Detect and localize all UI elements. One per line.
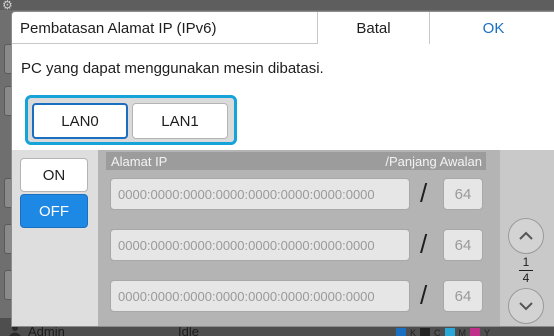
ip-restriction-dialog: Pembatasan Alamat IP (IPv6) Batal OK PC … (11, 11, 554, 327)
ink-swatch-k (420, 328, 431, 336)
page-indicator: 1 4 (512, 256, 540, 285)
dialog-title-bar: Pembatasan Alamat IP (IPv6) Batal OK (12, 12, 554, 44)
page-up-button[interactable] (508, 218, 544, 254)
page-down-button[interactable] (508, 288, 544, 324)
separator-slash: / (420, 229, 428, 259)
ip-address-field[interactable]: 0000:0000:0000:0000:0000:0000:0000:0000 (110, 280, 410, 312)
gear-icon: ⚙ (2, 0, 13, 12)
prefix-length-field[interactable]: 64 (443, 229, 483, 261)
lan0-button[interactable]: LAN0 (32, 103, 128, 139)
dialog-title: Pembatasan Alamat IP (IPv6) (20, 20, 217, 37)
background-top-bar: ⚙ (0, 0, 554, 12)
ip-address-field[interactable]: 0000:0000:0000:0000:0000:0000:0000:0000 (110, 178, 410, 210)
separator-slash: / (420, 280, 428, 310)
page-total: 4 (522, 271, 530, 285)
restriction-panel: ON OFF Alamat IP /Panjang Awalan 0000:00… (12, 150, 554, 326)
separator-slash: / (420, 178, 428, 208)
ip-address-field[interactable]: 0000:0000:0000:0000:0000:0000:0000:0000 (110, 229, 410, 261)
printer-icon (396, 328, 406, 336)
pagination-column: 1 4 (500, 150, 554, 326)
off-button[interactable]: OFF (20, 194, 88, 228)
ok-button[interactable]: OK (430, 12, 554, 44)
prefix-length-field[interactable]: 64 (443, 280, 483, 312)
ip-list: Alamat IP /Panjang Awalan 0000:0000:0000… (98, 150, 500, 326)
lan-selector: LAN0 LAN1 (25, 95, 237, 145)
ip-address-header: Alamat IP (111, 154, 168, 169)
ip-list-header: Alamat IP /Panjang Awalan (106, 152, 486, 170)
chevron-down-icon (519, 302, 533, 311)
ink-swatch-m (470, 328, 481, 336)
prefix-length-header: /Panjang Awalan (385, 154, 482, 169)
toggle-column: ON OFF (12, 150, 98, 326)
chevron-up-icon (519, 231, 533, 240)
prefix-length-field[interactable]: 64 (443, 178, 483, 210)
page-current: 1 (522, 255, 530, 269)
on-button[interactable]: ON (20, 158, 88, 192)
cancel-button[interactable]: Batal (317, 12, 430, 44)
ink-swatch-c (444, 328, 455, 336)
lan1-button[interactable]: LAN1 (132, 103, 228, 139)
dialog-message: PC yang dapat menggunakan mesin dibatasi… (21, 60, 324, 77)
